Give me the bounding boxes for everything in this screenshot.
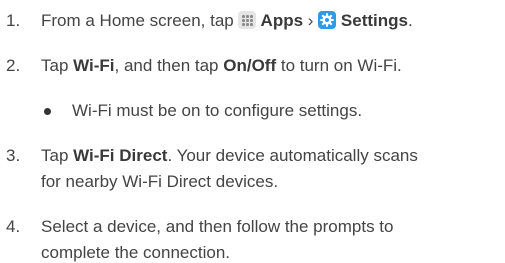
step-4-continuation: complete the connection. (41, 243, 231, 262)
bullet-text: Wi-Fi must be on to configure settings. (72, 101, 363, 120)
apps-label: Apps (256, 11, 304, 30)
step-3-segment: Tap (41, 146, 74, 165)
wifi-direct-label: Wi-Fi Direct (73, 146, 168, 165)
step-1-segment: From a Home screen, tap (41, 11, 239, 30)
step-1-separator: › (303, 11, 319, 30)
step-1-text: From a Home screen, tap Apps › Settings. (41, 11, 413, 31)
settings-label: Settings (336, 11, 408, 30)
step-4-number: 4. (6, 217, 21, 236)
step-1-period: . (407, 11, 413, 30)
apps-icon (238, 11, 257, 29)
wifi-label: Wi-Fi (73, 56, 115, 75)
step-2-text: Tap Wi-Fi, and then tap On/Off to turn o… (41, 56, 402, 76)
step-3-text: Tap Wi-Fi Direct. Your device automatica… (41, 146, 418, 166)
step-2-segment: to turn on Wi-Fi. (276, 56, 402, 75)
step-2-number: 2. (6, 56, 21, 75)
on-off-label: On/Off (223, 56, 277, 75)
bullet-icon (44, 108, 51, 115)
step-2-segment: , and then tap (114, 56, 224, 75)
step-3-segment: . Your device automatically scans (167, 146, 418, 165)
step-1-number: 1. (6, 11, 21, 30)
step-3-number: 3. (6, 146, 21, 165)
step-4-text: Select a device, and then follow the pro… (41, 217, 394, 236)
step-3-continuation: for nearby Wi-Fi Direct devices. (41, 172, 279, 191)
step-2-segment: Tap (41, 56, 74, 75)
settings-gear-icon (318, 11, 337, 29)
